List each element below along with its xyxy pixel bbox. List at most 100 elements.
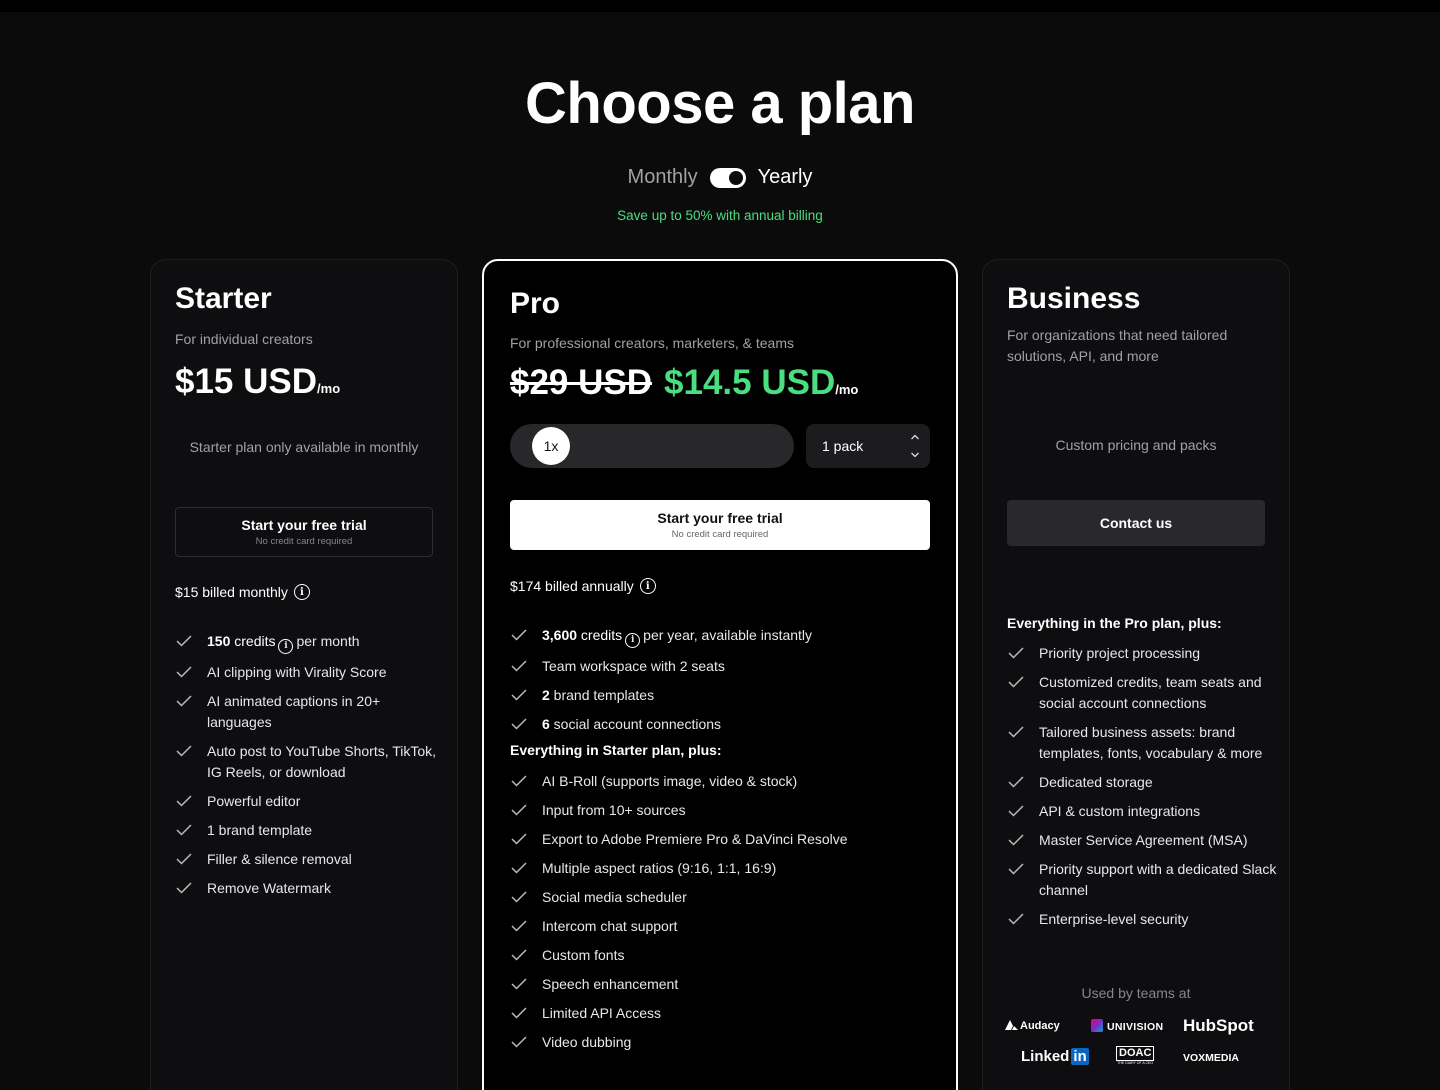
list-item: 150 credits i per month <box>175 631 437 654</box>
pack-select[interactable]: 1 pack <box>806 424 930 468</box>
feature-section-heading: Everything in Starter plan, plus: <box>510 742 722 758</box>
list-item: Priority project processing <box>1007 643 1277 664</box>
info-icon[interactable]: i <box>293 584 310 600</box>
univision-logo: UNIVISION <box>1091 1019 1163 1033</box>
contact-us-button[interactable]: Contact us <box>1007 500 1265 546</box>
billing-summary: $15 billed monthly i <box>175 584 310 600</box>
plan-subtitle: For professional creators, marketers, & … <box>510 335 794 351</box>
list-item: 1 brand template <box>175 820 437 841</box>
check-icon <box>176 745 192 757</box>
billing-toggle-row: Monthly Yearly <box>0 166 1440 189</box>
slider-thumb[interactable]: 1x <box>532 427 570 465</box>
check-icon <box>176 853 192 865</box>
plan-note: Custom pricing and packs <box>1055 437 1217 453</box>
plan-name: Business <box>1007 282 1141 315</box>
used-by-label: Used by teams at <box>1081 985 1191 1001</box>
billed-text: $15 billed monthly <box>175 584 288 600</box>
list-item: Export to Adobe Premiere Pro & DaVinci R… <box>510 829 930 850</box>
pro-plan-card: Pro For professional creators, marketers… <box>482 259 958 1090</box>
check-icon <box>176 795 192 807</box>
start-free-trial-button[interactable]: Start your free trial No credit card req… <box>175 507 433 557</box>
button-label: Start your free trial <box>241 517 367 533</box>
list-item: Multiple aspect ratios (9:16, 1:1, 16:9) <box>510 858 930 879</box>
check-icon <box>1008 913 1024 925</box>
list-item: Video dubbing <box>510 1032 930 1053</box>
check-icon <box>511 862 527 874</box>
list-item: Input from 10+ sources <box>510 800 930 821</box>
list-item: API & custom integrations <box>1007 801 1277 822</box>
switch-knob <box>728 170 743 185</box>
list-item: Intercom chat support <box>510 916 930 937</box>
check-icon <box>1008 834 1024 846</box>
feature-section-heading: Everything in the Pro plan, plus: <box>1007 615 1222 631</box>
yearly-label[interactable]: Yearly <box>758 166 813 189</box>
info-icon[interactable]: i <box>278 639 294 654</box>
check-icon <box>511 920 527 932</box>
check-icon <box>1008 863 1024 875</box>
start-free-trial-button[interactable]: Start your free trial No credit card req… <box>510 500 930 550</box>
info-icon[interactable]: i <box>625 633 641 648</box>
univision-mark-icon <box>1091 1019 1103 1032</box>
check-icon <box>176 666 192 678</box>
discounted-price: $14.5 USD <box>664 363 836 402</box>
check-icon <box>511 775 527 787</box>
plan-subtitle: For organizations that need tailored sol… <box>1007 327 1228 364</box>
billing-summary: $174 billed annually i <box>510 578 656 594</box>
check-icon <box>176 635 192 647</box>
check-icon <box>511 978 527 990</box>
list-item: Team workspace with 2 seats <box>510 656 930 677</box>
button-sublabel: No credit card required <box>671 529 769 540</box>
list-item: AI animated captions in 20+ languages <box>175 691 437 733</box>
list-item: Auto post to YouTube Shorts, TikTok, IG … <box>175 741 437 783</box>
plan-name: Pro <box>510 287 561 320</box>
list-item: Master Service Agreement (MSA) <box>1007 830 1277 851</box>
price-period: /mo <box>835 382 859 397</box>
list-item: 2 brand templates <box>510 685 930 706</box>
price-period: /mo <box>317 381 341 396</box>
annual-savings-text: Save up to 50% with annual billing <box>617 208 823 223</box>
list-item: Filler & silence removal <box>175 849 437 870</box>
list-item: 6 social account connections <box>510 714 930 735</box>
check-icon <box>176 695 192 707</box>
check-icon <box>511 1007 527 1019</box>
check-icon <box>1008 776 1024 788</box>
plan-name: Starter <box>175 282 272 315</box>
list-item: AI clipping with Virality Score <box>175 662 437 683</box>
plan-price: $29 USD $14.5 USD /mo <box>510 363 858 403</box>
button-label: Start your free trial <box>657 510 783 526</box>
top-bar <box>0 0 1440 12</box>
plan-price: $15 USD /mo <box>175 362 340 402</box>
credit-multiplier-slider[interactable]: 1x <box>510 424 794 468</box>
original-price: $29 USD <box>510 363 653 402</box>
check-icon <box>511 1036 527 1048</box>
list-item: Social media scheduler <box>510 887 930 908</box>
billing-period-switch[interactable] <box>709 167 746 188</box>
plan-note: Starter plan only available in monthly <box>189 439 419 455</box>
pack-select-value: 1 pack <box>822 438 864 454</box>
check-icon <box>511 689 527 701</box>
list-item: AI B-Roll (supports image, video & stock… <box>510 771 930 792</box>
info-icon[interactable]: i <box>639 578 656 594</box>
plan-subtitle: For individual creators <box>175 331 313 347</box>
list-item: Speech enhancement <box>510 974 930 995</box>
monthly-label[interactable]: Monthly <box>628 166 698 189</box>
check-icon <box>511 718 527 730</box>
extra-feature-list: Priority project processing Customized c… <box>1007 643 1277 938</box>
check-icon <box>1008 726 1024 738</box>
list-item: Dedicated storage <box>1007 772 1277 793</box>
check-icon <box>176 824 192 836</box>
billed-text: $174 billed annually <box>510 578 634 594</box>
hubspot-logo: HubSpot <box>1183 1016 1254 1035</box>
check-icon <box>511 833 527 845</box>
list-item: Limited API Access <box>510 1003 930 1024</box>
list-item: Tailored business assets: brand template… <box>1007 722 1277 764</box>
list-item: Customized credits, team seats and socia… <box>1007 672 1277 714</box>
doac-logo: DOAC THE DIARY OF A CEO <box>1116 1046 1155 1065</box>
page-title: Choose a plan <box>525 71 915 136</box>
business-plan-card: Business For organizations that need tai… <box>982 259 1290 1090</box>
check-icon <box>176 882 192 894</box>
starter-plan-card: Starter For individual creators $15 USD … <box>150 259 458 1090</box>
audacy-mark-icon <box>1005 1020 1018 1030</box>
list-item: 3,600 credits i per year, available instan… <box>510 625 930 648</box>
check-icon <box>1008 805 1024 817</box>
